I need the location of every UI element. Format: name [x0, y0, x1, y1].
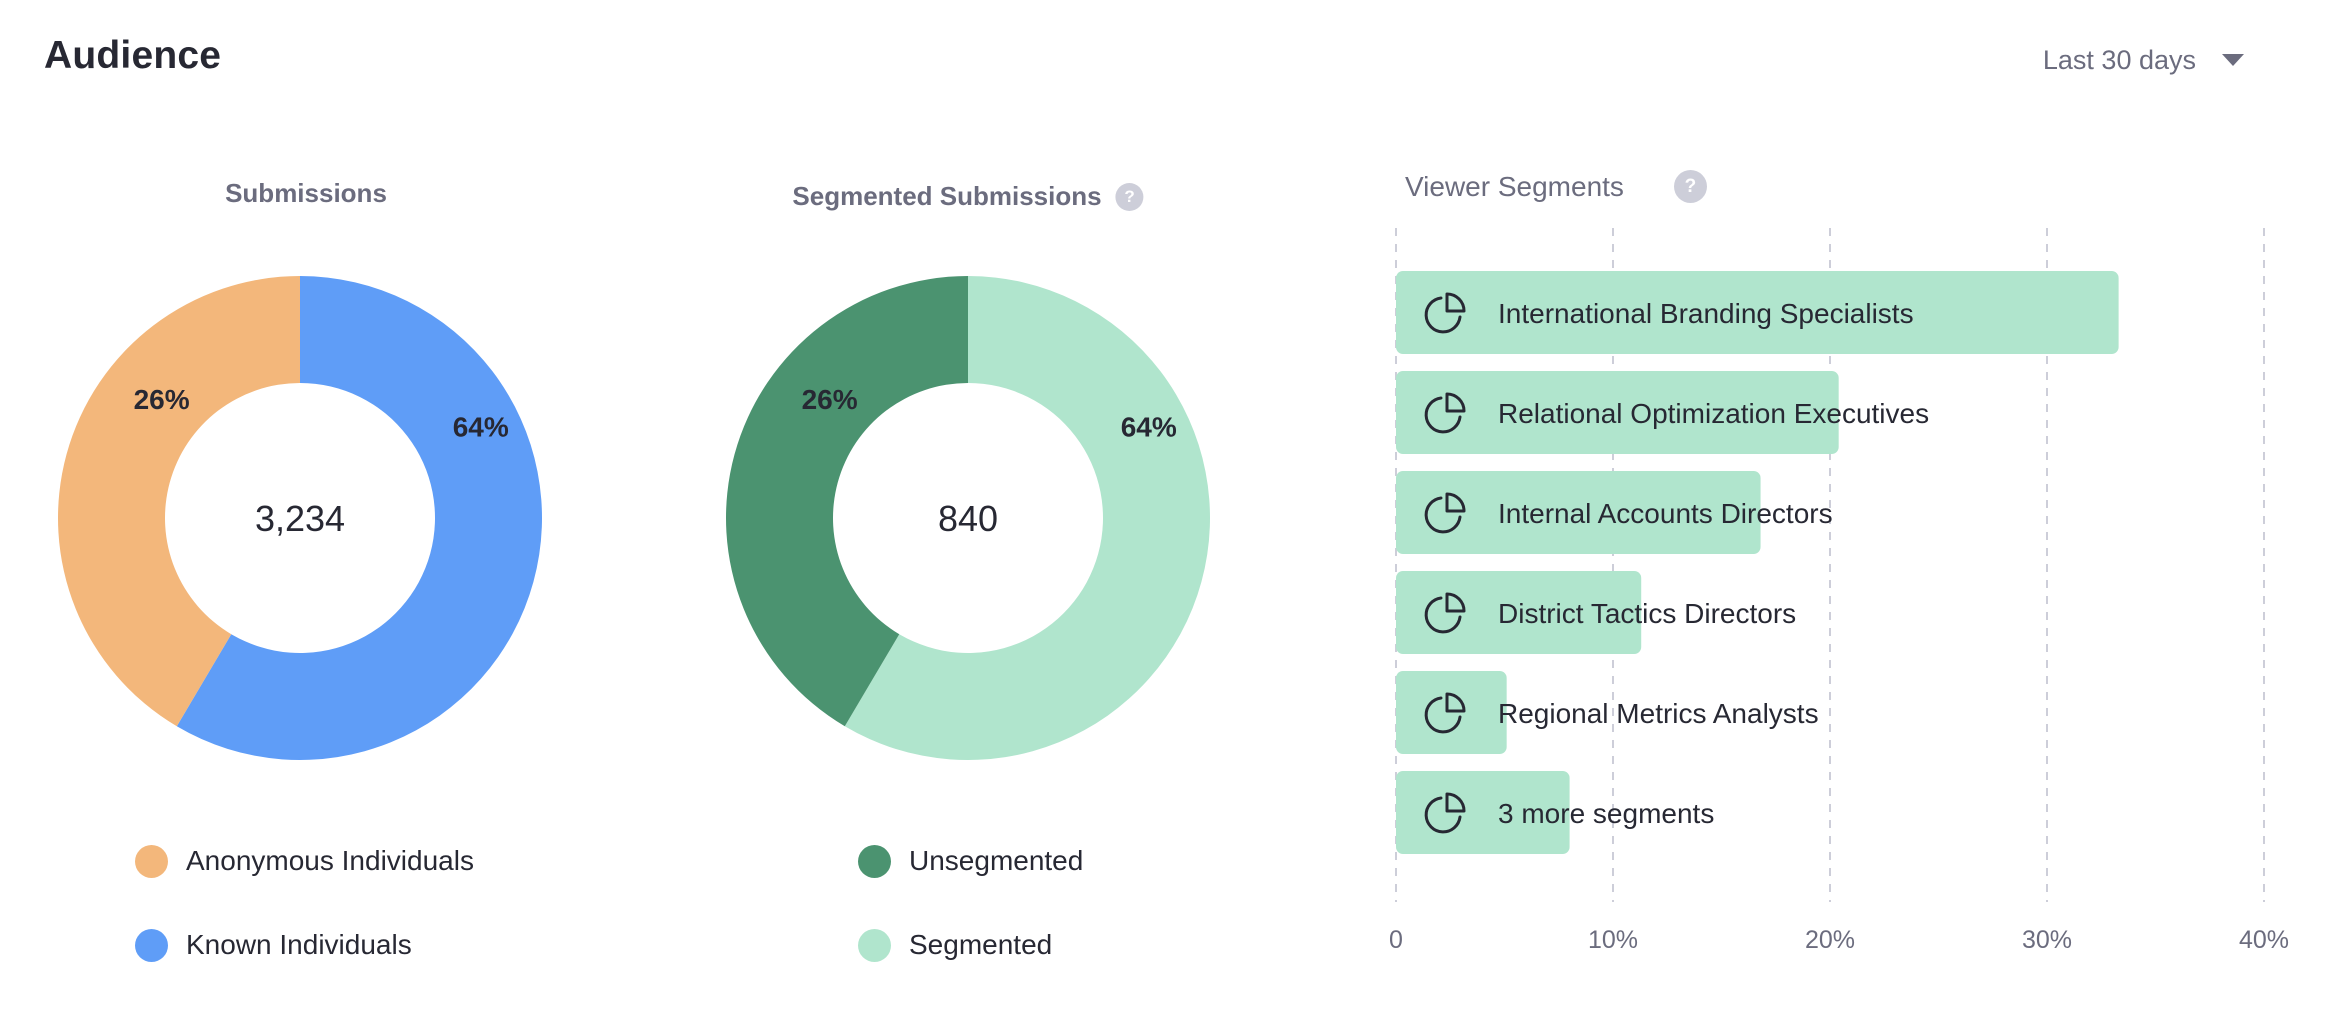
viewer-segments-bar-chart: 0 10% 20% 30% 40% International Branding Spec…	[1389, 228, 2289, 954]
x-tick-label: 0	[1389, 926, 1403, 954]
segment-label: Relational Optimization Executives	[1498, 398, 1929, 429]
segment-label: 3 more segments	[1498, 798, 1714, 829]
segment-label: International Branding Specialists	[1498, 298, 1914, 329]
x-tick-label: 40%	[2239, 926, 2289, 954]
segment-label: Internal Accounts Directors	[1498, 498, 1833, 529]
segment-label: Regional Metrics Analysts	[1498, 698, 1819, 729]
x-tick-label: 20%	[1805, 926, 1855, 954]
x-tick-label: 30%	[2022, 926, 2072, 954]
x-tick-label: 10%	[1588, 926, 1638, 954]
segment-label: District Tactics Directors	[1498, 598, 1796, 629]
